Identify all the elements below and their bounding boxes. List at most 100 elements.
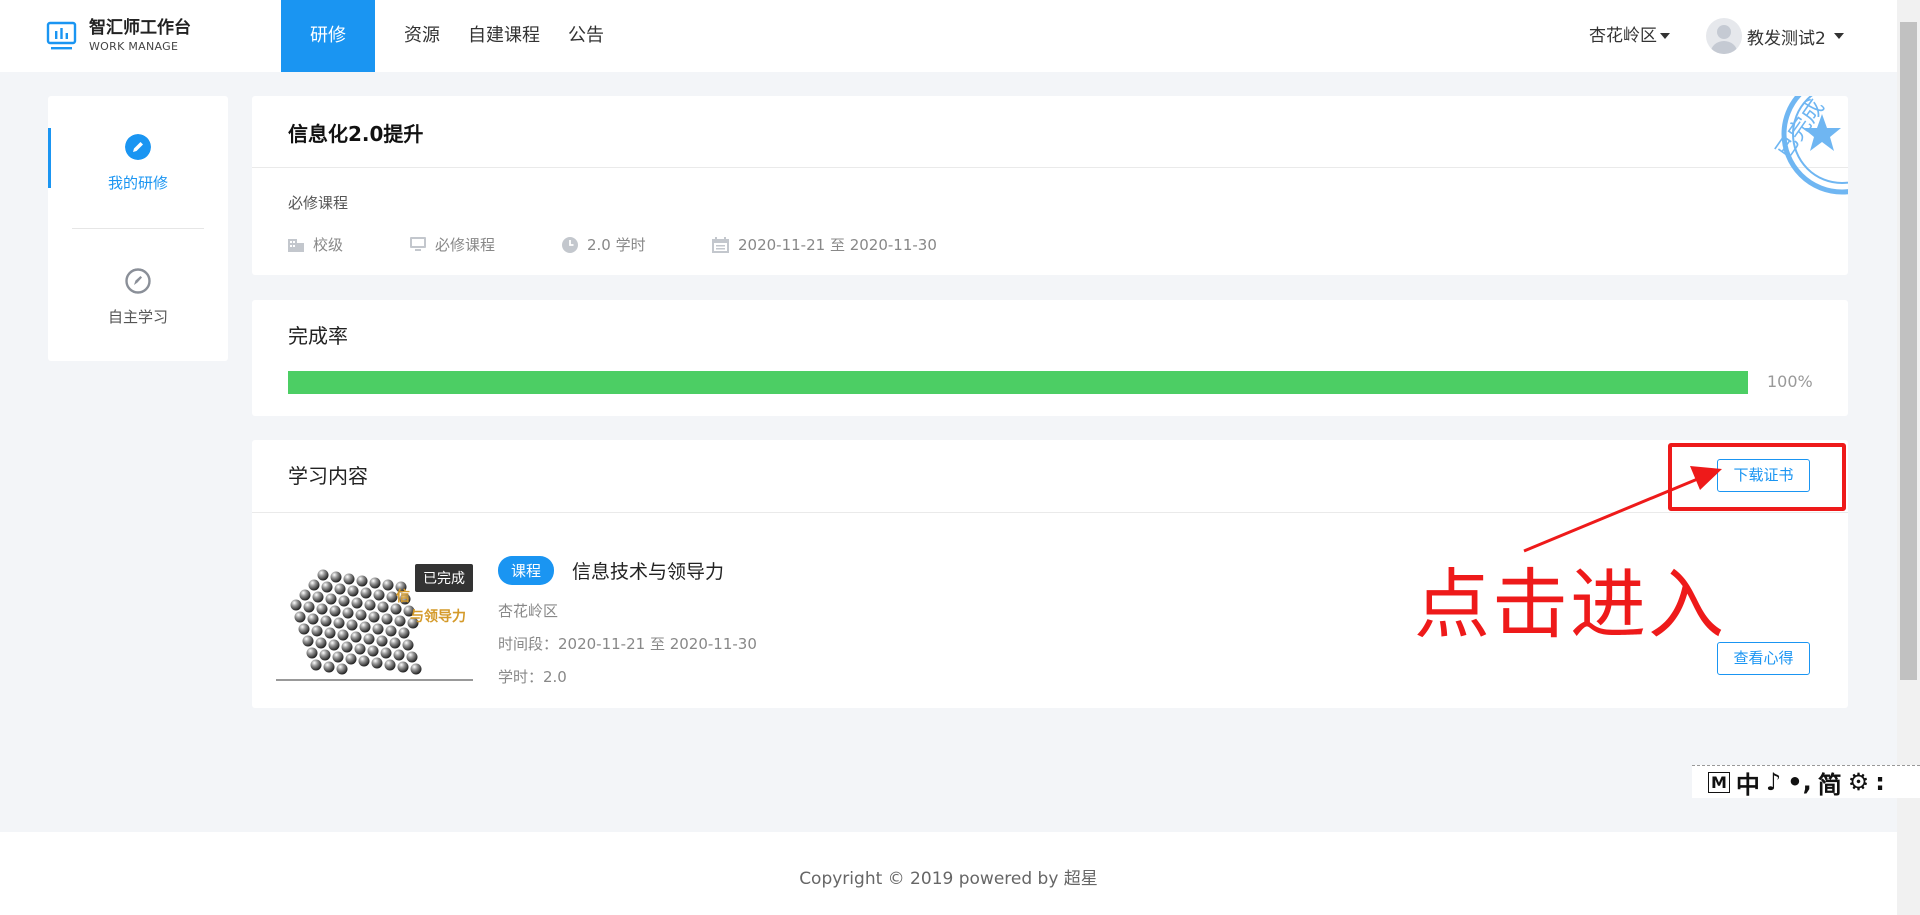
thumbnail-ball [360,587,372,599]
thumbnail-ball [307,613,319,625]
thumbnail-ball [347,585,359,597]
thumbnail-ball [343,573,355,585]
ime-punctuation-icon[interactable]: •, [1787,768,1811,796]
annotation-click-text: 点击进入 [1414,560,1726,649]
thumbnail-ball [406,651,418,663]
thumbnail-ball [342,607,354,619]
sidebar-divider [72,228,204,229]
thumbnail-ball [393,649,405,661]
thumbnail-ball [402,639,414,651]
region-label: 杏花岭区 [1589,26,1657,46]
thumbnail-ball [332,651,344,663]
ime-settings-icon[interactable]: ⚙ [1848,768,1870,796]
meta-level: 校级 [288,234,343,255]
ime-toolbar[interactable]: M 中 ♪ •, 简 ⚙ : [1692,765,1920,800]
thumbnail-ball [338,595,350,607]
thumbnail-ball [376,635,388,647]
course-tag-badge: 课程 [498,556,555,585]
thumbnail-ball [323,661,335,673]
thumbnail-ball [299,589,311,601]
completion-card: 完成率 100% [252,300,1848,416]
sidebar-item-my-training[interactable]: 我的研修 [48,134,228,193]
user-menu[interactable]: 教发测试2 [1706,18,1844,54]
thumbnail-ball [368,611,380,623]
thumbnail-ball [380,647,392,659]
thumbnail-ball [336,663,348,675]
ime-halfwidth-icon[interactable]: ♪ [1766,768,1781,796]
thumbnail-ball [372,623,384,635]
thumbnail-ball [369,577,381,589]
ime-more-icon[interactable]: : [1875,768,1885,796]
thumbnail-ball [354,643,366,655]
thumbnail-ball [341,641,353,653]
completed-tag: 已完成 [415,564,473,592]
logo-subtitle: WORK MANAGE [89,40,179,53]
nav-item-training[interactable]: 研修 [281,0,375,72]
caret-down-icon [1660,33,1670,39]
course-region: 杏花岭区 [498,602,559,620]
nav-item-custom-courses[interactable]: 自建课程 [454,0,554,72]
thumbnail-ball [385,625,397,637]
compass-icon [125,268,151,294]
calendar-icon [712,236,729,253]
thumbnail-ball [337,629,349,641]
thumbnail-ball [394,615,406,627]
ime-chinese-toggle[interactable]: 中 [1736,765,1760,800]
region-dropdown[interactable]: 杏花岭区 [1589,0,1670,72]
nav-item-resources[interactable]: 资源 [375,0,454,72]
thumbnail-ball [334,583,346,595]
ime-simplified-toggle[interactable]: 简 [1818,765,1842,800]
ime-mode-icon[interactable]: M [1708,771,1730,793]
main-nav: 研修 资源 自建课程 公告 [281,0,618,72]
scrollbar-thumb[interactable] [1900,22,1917,680]
logo[interactable]: 智汇师工作台 WORK MANAGE [46,18,191,53]
avatar [1706,18,1742,54]
thumbnail-ball [397,661,409,673]
study-content-title: 学习内容 [288,464,368,488]
thumbnail-ball [294,611,306,623]
pencil-icon [125,134,151,160]
thumbnail-ball [359,621,371,633]
thumbnail-ball [371,657,383,669]
divider [252,167,1848,168]
thumbnail-ball [373,589,385,601]
meta-date: 2020-11-21 至 2020-11-30 [712,234,937,255]
course-period: 时间段：2020-11-21 至 2020-11-30 [498,635,757,653]
thumbnail-ball [329,605,341,617]
nav-item-announcements[interactable]: 公告 [554,0,618,72]
sidebar-item-self-study[interactable]: 自主学习 [48,268,228,327]
thumbnail-ball [350,631,362,643]
course-hours: 学时：2.0 [498,668,567,686]
thumbnail-ball [381,613,393,625]
thumbnail-caption-2: 与领导力 [410,609,466,625]
thumbnail-caption-1: 信 [396,589,410,605]
course-name-link[interactable]: 信息技术与领导力 [572,557,724,584]
thumbnail-ball [333,617,345,629]
progress-bar [288,371,1748,394]
thumbnail-ball [389,637,401,649]
course-thumbnail[interactable]: 已完成 信 与领导力 [276,561,473,681]
logo-title: 智汇师工作台 [89,18,191,38]
thumbnail-ball [356,575,368,587]
completed-stamp: 已完成 [1771,96,1848,195]
annotation-highlight-box [1668,443,1846,511]
monitor-icon [410,237,426,251]
view-notes-button[interactable]: 查看心得 [1717,642,1810,675]
thumbnail-ball [290,599,302,611]
footer: Copyright © 2019 powered by 超星 [0,832,1897,915]
thumbnail-ball [325,593,337,605]
sidebar: 我的研修 自主学习 [48,96,228,361]
thumbnail-ball [363,633,375,645]
thumbnail-ball [308,579,320,591]
sidebar-item-label: 我的研修 [107,174,168,192]
meta-hours: 2.0 学时 [562,234,646,255]
thumbnail-ball [330,571,342,583]
thumbnail-ball [315,637,327,649]
thumbnail-ball [346,619,358,631]
thumbnail-ball [328,639,340,651]
category-text: 必修课程 [435,236,496,254]
thumbnail-ball [303,601,315,613]
copyright-text: Copyright © 2019 powered by 超星 [799,869,1098,889]
thumbnail-ball [316,603,328,615]
chart-logo-icon [46,21,77,50]
